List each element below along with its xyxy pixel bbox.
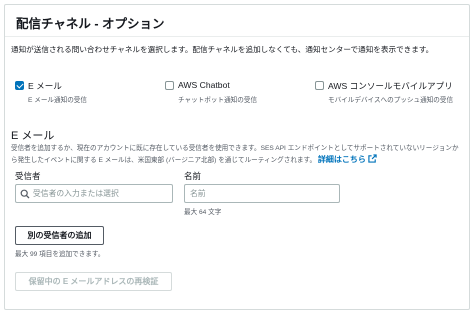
recipient-field[interactable] — [15, 184, 173, 203]
name-hint: 最大 64 文字 — [184, 209, 222, 216]
email-checkbox[interactable] — [15, 81, 24, 90]
channel-mobile-app-sublabel: モバイルデバイスへのプッシュ通知の受信 — [328, 97, 454, 104]
name-field[interactable] — [184, 184, 340, 203]
reverify-pending-emails-button[interactable]: 保留中の E メールアドレスの再検証 — [15, 272, 172, 291]
panel-title: 配信チャネル - オプション — [16, 17, 165, 31]
add-recipient-button[interactable]: 別の受信者の追加 — [15, 226, 104, 245]
channel-email-label: E メール — [28, 81, 62, 91]
chatbot-checkbox[interactable] — [165, 81, 174, 90]
recipient-label: 受信者 — [15, 171, 41, 181]
external-link-icon — [368, 154, 377, 163]
name-label: 名前 — [184, 171, 202, 181]
channel-email-sublabel: E メール通知の受信 — [28, 97, 87, 104]
panel-header: 配信チャネル - オプション — [5, 5, 469, 37]
recipient-input[interactable] — [16, 185, 172, 202]
panel-description: 通知が送信される問い合わせチャネルを選択します。配信チャネルを追加しなくても、通… — [11, 45, 434, 54]
channel-chatbot-sublabel: チャットボット通知の受信 — [178, 97, 258, 104]
learn-more-label: 詳細はこちら — [317, 155, 366, 164]
email-section-description: 受信者を追加するか、現在のアカウントに既に存在している受信者を使用できます。SE… — [11, 143, 463, 166]
add-recipient-hint: 最大 99 項目を追加できます。 — [15, 251, 105, 258]
email-section-description-text: 受信者を追加するか、現在のアカウントに既に存在している受信者を使用できます。SE… — [11, 145, 459, 164]
mobile-app-checkbox[interactable] — [315, 81, 324, 90]
email-section-title: E メール — [11, 130, 55, 142]
learn-more-link[interactable]: 詳細はこちら — [317, 154, 377, 164]
channel-chatbot-label: AWS Chatbot — [178, 80, 230, 90]
name-input[interactable] — [185, 185, 339, 202]
channel-mobile-app-label: AWS コンソールモバイルアプリ — [328, 81, 453, 91]
